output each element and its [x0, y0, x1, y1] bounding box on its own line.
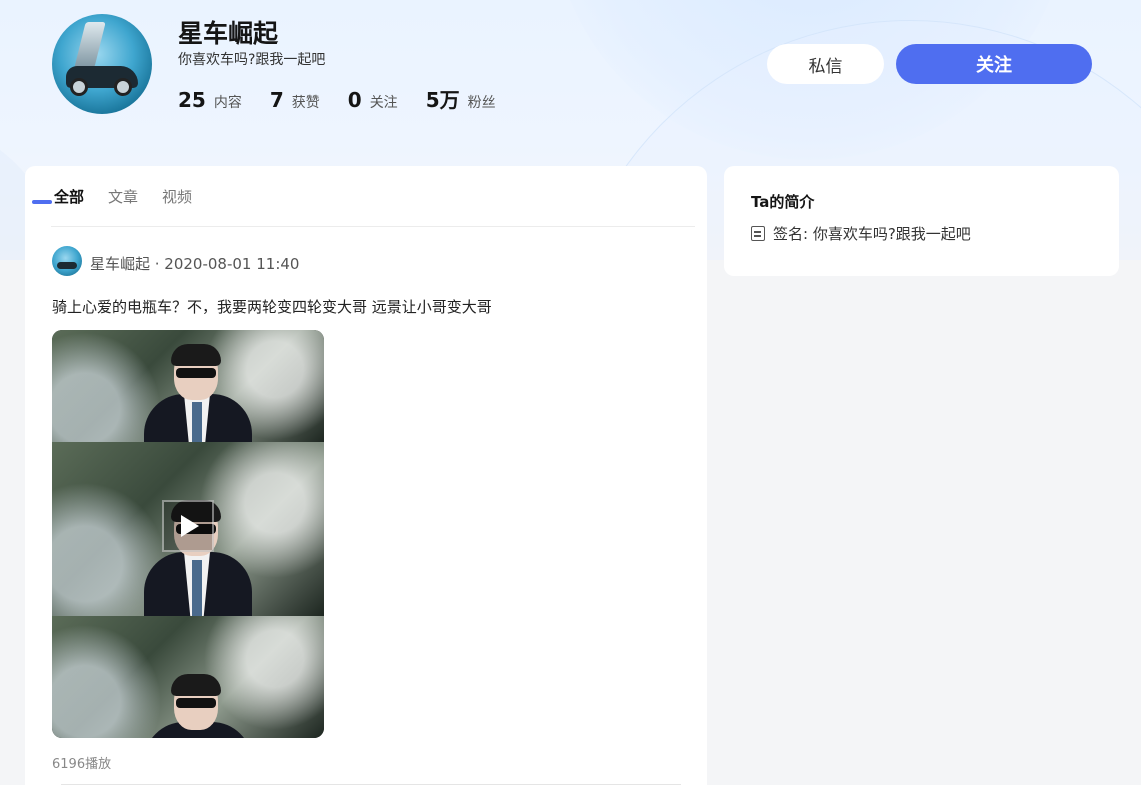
stat-number: 25 [178, 88, 206, 112]
tabs-divider [51, 226, 695, 227]
person-sunglasses [176, 368, 216, 378]
profile-avatar[interactable] [52, 14, 152, 114]
content-tabs: 全部 文章 视频 [54, 186, 216, 207]
avatar-car-wheel [70, 78, 88, 96]
tab-articles[interactable]: 文章 [108, 186, 138, 207]
message-button[interactable]: 私信 [767, 44, 884, 84]
video-person [144, 674, 252, 738]
post-author-avatar[interactable] [52, 246, 82, 276]
signature-row: 签名: 你喜欢车吗?跟我一起吧 [751, 223, 971, 244]
video-frame [52, 616, 324, 738]
active-tab-indicator [32, 200, 52, 204]
stat-fans[interactable]: 5万 粉丝 [426, 84, 496, 113]
post-title[interactable]: 骑上心爱的电瓶车？不，我要两轮变四轮变大哥 远景让小哥变大哥 [52, 296, 492, 317]
stat-following[interactable]: 0 关注 [348, 88, 398, 112]
stat-label: 粉丝 [467, 95, 496, 111]
intro-card: Ta的简介 签名: 你喜欢车吗?跟我一起吧 [724, 166, 1119, 276]
document-icon [751, 226, 765, 241]
video-person [144, 344, 252, 442]
avatar-car-door [74, 22, 106, 68]
play-count: 6196播放 [52, 757, 112, 772]
content-feed-card: 全部 文章 视频 星车崛起 · 2020-08-01 11:40 骑上心爱的电瓶… [25, 166, 707, 785]
video-frame [52, 330, 324, 442]
stat-number: 7 [269, 88, 284, 112]
person-hair [171, 674, 221, 696]
profile-username: 星车崛起 [178, 19, 279, 48]
play-triangle-icon [181, 515, 199, 537]
profile-bio: 你喜欢车吗?跟我一起吧 [178, 52, 326, 68]
intro-title: Ta的简介 [751, 193, 815, 211]
person-tie [192, 402, 202, 442]
stat-label: 获赞 [291, 95, 320, 111]
person-tie [192, 560, 202, 616]
person-hair [171, 344, 221, 366]
signature-text: 签名: 你喜欢车吗?跟我一起吧 [773, 225, 971, 243]
stat-number: 5万 [425, 88, 460, 112]
tab-all[interactable]: 全部 [54, 186, 84, 207]
follow-button[interactable]: 关注 [896, 44, 1092, 84]
stat-label: 关注 [369, 95, 398, 111]
tab-videos[interactable]: 视频 [162, 186, 192, 207]
post-meta: 星车崛起 · 2020-08-01 11:40 [90, 255, 300, 273]
avatar-car-wheel [114, 78, 132, 96]
stat-number: 0 [347, 88, 362, 112]
stat-content: 25 内容 [178, 88, 242, 112]
stat-label: 内容 [213, 95, 242, 111]
person-sunglasses [176, 698, 216, 708]
video-thumbnail[interactable] [52, 330, 324, 738]
profile-stats: 25 内容 7 获赞 0 关注 5万 粉丝 [178, 84, 524, 113]
play-icon[interactable] [162, 500, 214, 552]
stat-likes: 7 获赞 [270, 88, 320, 112]
